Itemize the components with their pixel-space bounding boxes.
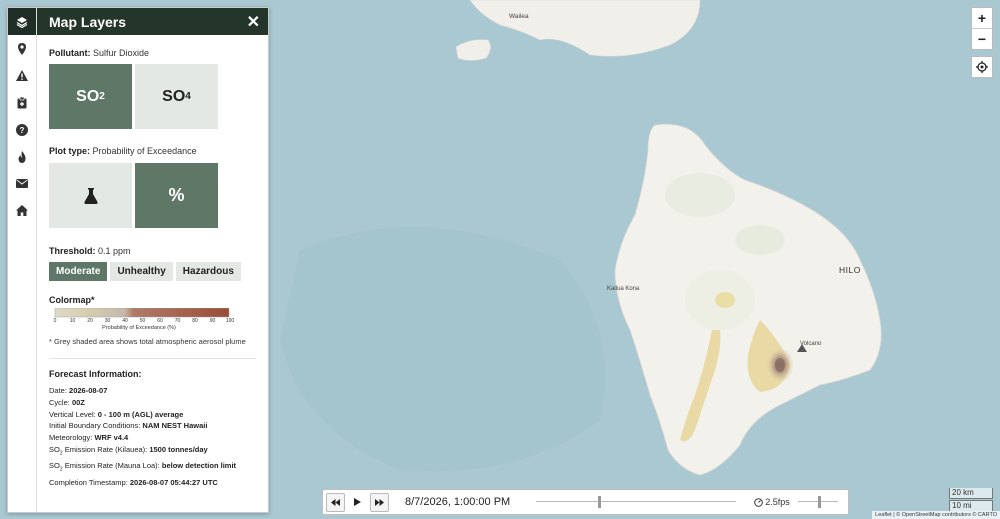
tab-alerts[interactable] <box>8 62 36 89</box>
colormap-label: Colormap* <box>49 295 95 305</box>
scale-bar: 20 km 10 mi <box>949 488 993 512</box>
pollutant-label: Pollutant: Sulfur Dioxide <box>49 48 150 58</box>
place-kailua-kona: Kailua Kona <box>607 286 640 292</box>
tab-home[interactable] <box>8 197 36 224</box>
fast-forward-icon <box>375 498 384 506</box>
home-icon <box>16 205 28 216</box>
unhealthy-button[interactable]: Unhealthy <box>110 262 173 281</box>
locate-control <box>971 56 993 78</box>
hazardous-button[interactable]: Hazardous <box>175 262 241 281</box>
tab-contact[interactable] <box>8 170 36 197</box>
map-marker-icon <box>18 42 26 55</box>
colormap-caption: Probability of Exceedance (%) <box>102 325 176 331</box>
pollutant-value: Sulfur Dioxide <box>93 48 150 58</box>
layers-icon <box>16 16 28 28</box>
current-time: 8/7/2026, 1:00:00 PM <box>405 496 511 508</box>
plume-patch <box>715 292 735 308</box>
play-icon <box>354 498 361 506</box>
forecast-date: Date: 2026-08-07 <box>49 386 108 395</box>
forecast-vertical-level: Vertical Level: 0 - 100 m (AGL) average <box>49 409 184 419</box>
divider <box>49 358 256 359</box>
speed-slider-handle[interactable] <box>817 496 821 508</box>
map-attribution[interactable]: Leaflet | © OpenStreetMap contributors ©… <box>872 511 1000 519</box>
flask-icon <box>83 187 98 204</box>
so2-button[interactable]: SO 2 <box>49 64 132 129</box>
warning-icon <box>16 70 28 81</box>
place-hilo: HILO <box>839 265 861 275</box>
concentration-button[interactable] <box>49 163 132 228</box>
probability-button[interactable]: % <box>135 163 218 228</box>
scale-mi: 10 mi <box>949 500 993 511</box>
step-forward-button[interactable] <box>370 492 389 512</box>
forecast-heading: Forecast Information: <box>49 369 142 379</box>
tab-help[interactable]: ? <box>8 116 36 143</box>
svg-text:?: ? <box>20 126 25 135</box>
close-icon[interactable]: ✕ <box>247 12 260 32</box>
plot-type-label: Plot type: Probability of Exceedance <box>49 146 197 156</box>
question-icon: ? <box>16 123 28 136</box>
time-slider[interactable] <box>536 496 737 508</box>
threshold-options: Moderate Unhealthy Hazardous <box>49 262 256 281</box>
place-volcano: Volcano <box>800 341 822 347</box>
envelope-icon <box>16 179 28 188</box>
plot-type-options: % <box>49 163 256 228</box>
play-button[interactable] <box>348 493 367 512</box>
plot-type-value: Probability of Exceedance <box>92 146 197 156</box>
pollutant-options: SO 2 SO 4 <box>49 64 256 129</box>
forecast-boundary-conditions: Initial Boundary Conditions: NAM NEST Ha… <box>49 421 208 431</box>
locate-button[interactable] <box>972 57 992 77</box>
place-wailea: Wailea <box>509 13 529 20</box>
panel-title: Map Layers <box>49 13 127 30</box>
forecast-cycle: Cycle: 00Z <box>49 397 85 407</box>
tab-layers[interactable] <box>8 8 36 35</box>
map-layers-panel: Map Layers ✕ Pollutant: Sulfur Dioxide S… <box>37 8 268 512</box>
colormap-bar <box>54 308 230 318</box>
speed-slider[interactable] <box>797 496 838 508</box>
time-control: 8/7/2026, 1:00:00 PM 2.5fps <box>322 489 849 515</box>
forecast-kilauea-rate: SO2 Emission Rate (Kilauea): 1500 tonnes… <box>49 444 208 457</box>
clipboard-icon <box>17 96 27 108</box>
rewind-icon <box>331 498 340 506</box>
colormap-ticks: 0 10 20 30 40 50 60 70 80 90 100 <box>53 318 235 324</box>
forecast-maunaloa-rate: SO2 Emission Rate (Mauna Loa): below det… <box>49 461 237 473</box>
step-back-button[interactable] <box>326 492 345 512</box>
so4-button[interactable]: SO 4 <box>135 64 218 129</box>
forecast-meteorology: Meteorology: WRF v4.4 <box>49 433 129 443</box>
colormap-note: * Grey shaded area shows total atmospher… <box>49 337 246 346</box>
tab-reports[interactable] <box>8 89 36 116</box>
sidebar-tabs: ? <box>8 8 37 512</box>
moderate-button[interactable]: Moderate <box>49 262 108 281</box>
tab-location[interactable] <box>8 35 36 62</box>
crosshair-icon <box>976 61 988 73</box>
zoom-in-button[interactable]: + <box>972 8 992 29</box>
threshold-value: 0.1 ppm <box>98 246 131 256</box>
zoom-out-button[interactable]: − <box>972 29 992 49</box>
time-slider-handle[interactable] <box>598 496 602 508</box>
scale-km: 20 km <box>949 488 993 499</box>
zoom-control: + − <box>971 7 993 50</box>
sidebar: ? Map Layers ✕ Pollutant: Sulfur Dioxide… <box>7 7 269 513</box>
forecast-completion: Completion Timestamp: 2026-08-07 05:44:2… <box>49 477 218 487</box>
tab-fire[interactable] <box>8 143 36 170</box>
fps-display: 2.5fps <box>754 497 790 507</box>
flame-icon <box>18 150 26 163</box>
speed-gauge-icon <box>754 497 763 507</box>
threshold-label: Threshold: 0.1 ppm <box>49 246 131 256</box>
panel-header: Map Layers ✕ <box>37 8 268 35</box>
